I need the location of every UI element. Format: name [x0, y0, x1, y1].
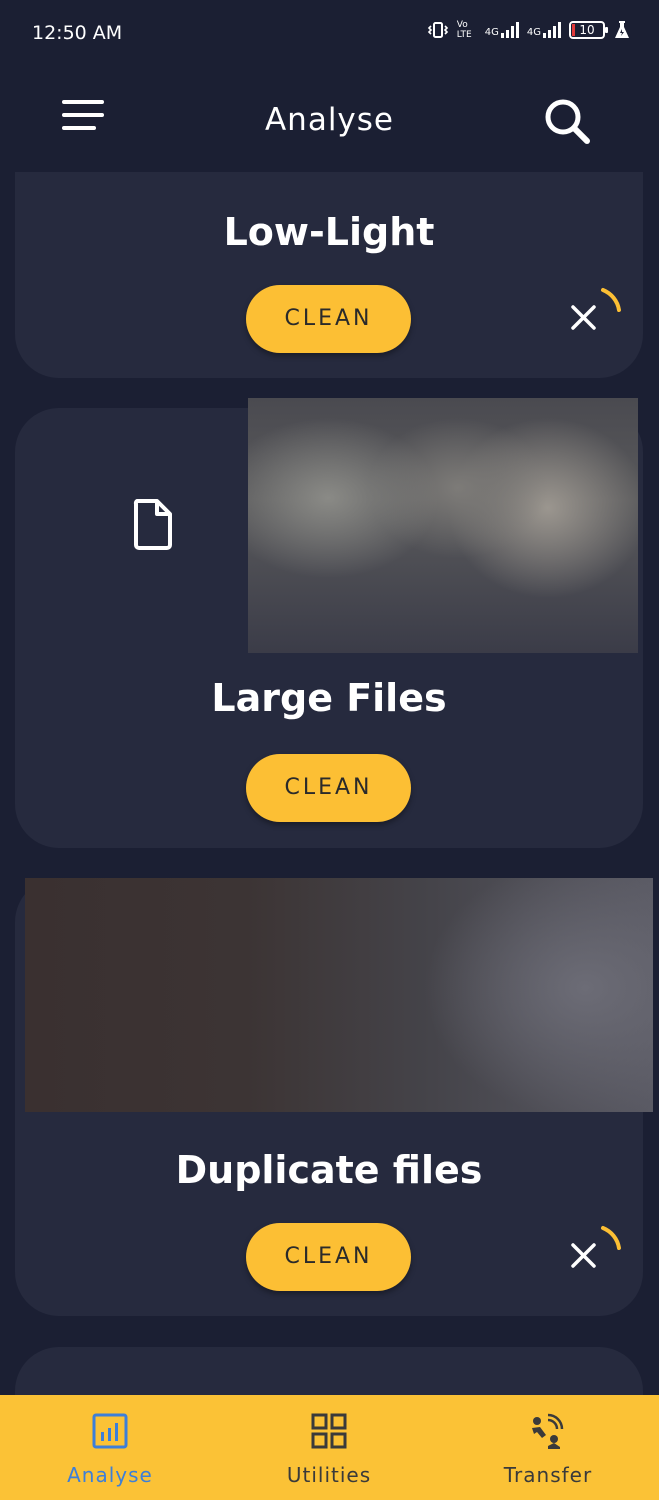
network-type-label: 4G — [484, 27, 499, 38]
clean-button[interactable]: CLEAN — [246, 285, 411, 353]
app-bar: Analyse — [0, 68, 659, 178]
battery-icon: 10 — [569, 21, 608, 39]
search-icon[interactable] — [540, 94, 596, 150]
status-icons: Vo LTE 4G 4G 10 — [427, 20, 631, 40]
bar-chart-icon — [92, 1413, 128, 1449]
status-bar: 12:50 AM Vo LTE 4G 4G 10 — [0, 0, 659, 68]
grid-icon — [311, 1413, 347, 1449]
status-time: 12:50 AM — [32, 22, 123, 44]
nav-item-utilities[interactable]: Utilities — [239, 1395, 419, 1500]
volte-icon: Vo LTE — [456, 20, 472, 40]
clean-button[interactable]: CLEAN — [246, 754, 411, 822]
signal-icon: 4G — [527, 22, 561, 38]
file-icon — [133, 499, 172, 550]
nav-item-analyse[interactable]: Analyse — [20, 1395, 200, 1500]
nav-label: Utilities — [286, 1463, 372, 1487]
nav-label: Analyse — [67, 1463, 153, 1487]
battery-saver-icon — [615, 21, 629, 38]
bottom-navigation: Analyse Utilities Transfer — [0, 1395, 659, 1500]
duplicate-file-thumbnail[interactable] — [25, 878, 653, 1112]
close-icon[interactable] — [563, 1220, 623, 1280]
signal-icon: 4G — [485, 22, 519, 38]
nav-item-transfer[interactable]: Transfer — [458, 1395, 638, 1500]
large-file-thumbnail[interactable] — [248, 398, 638, 653]
network-type-label: 4G — [526, 27, 541, 38]
clean-button[interactable]: CLEAN — [246, 1223, 411, 1291]
vibrate-icon — [427, 22, 448, 38]
nav-label: Transfer — [503, 1463, 593, 1487]
card-title: Low-Light — [223, 210, 435, 254]
large-files-card: Large Files CLEAN — [15, 398, 643, 848]
duplicate-files-card: Duplicate files CLEAN — [15, 878, 653, 1316]
card-title: Large Files — [211, 676, 447, 720]
close-icon[interactable] — [563, 282, 623, 342]
transfer-icon — [532, 1413, 564, 1449]
low-light-card: Low-Light CLEAN — [15, 172, 643, 378]
battery-level: 10 — [579, 23, 595, 37]
card-title: Duplicate files — [175, 1148, 483, 1192]
